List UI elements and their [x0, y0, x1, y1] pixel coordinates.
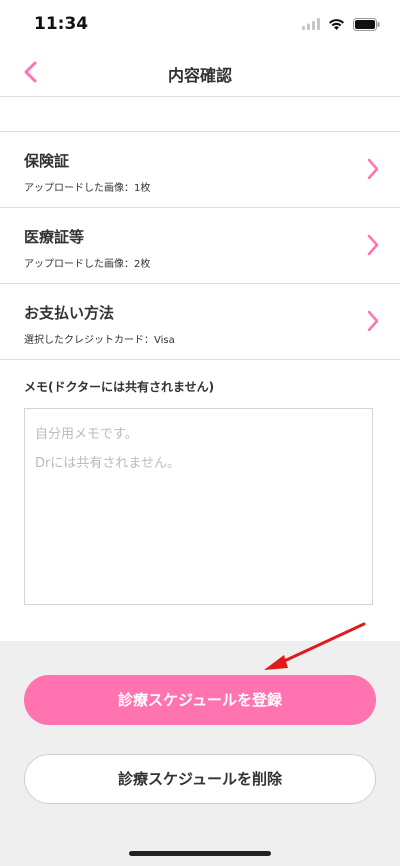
row-subtitle: アップロードした画像：2枚: [24, 259, 151, 270]
annotation-arrow-icon: [264, 622, 366, 670]
home-indicator: [129, 851, 271, 856]
nav-bar: 内容確認: [0, 50, 400, 96]
divider: [0, 96, 400, 97]
payment-method-row[interactable]: お支払い方法 選択したクレジットカード：Visa: [0, 284, 400, 358]
row-subtitle: アップロードした画像：1枚: [24, 183, 151, 194]
signal-icon: [302, 18, 320, 30]
row-subtitle: 選択したクレジットカード：Visa: [24, 335, 175, 346]
chevron-right-icon: [367, 158, 379, 180]
status-bar: 11:34: [0, 0, 400, 50]
delete-schedule-button[interactable]: 診療スケジュールを削除: [24, 754, 376, 804]
battery-icon: [353, 17, 380, 31]
divider: [0, 359, 400, 360]
row-title: お支払い方法: [24, 304, 115, 322]
chevron-right-icon: [367, 234, 379, 256]
row-title: 医療証等: [24, 228, 85, 246]
row-title: 保険証: [24, 152, 70, 170]
memo-placeholder-line2: Drには共有されません。: [35, 456, 180, 471]
medical-certificate-row[interactable]: 医療証等 アップロードした画像：2枚: [0, 208, 400, 282]
memo-placeholder-line1: 自分用メモです。: [35, 427, 138, 442]
memo-label: メモ(ドクターには共有されません): [24, 380, 215, 394]
wifi-icon: [329, 19, 344, 30]
status-icons: [302, 16, 380, 32]
status-time: 11:34: [34, 14, 89, 34]
memo-textarea[interactable]: 自分用メモです。 Drには共有されません。: [24, 408, 373, 605]
page-title: 内容確認: [167, 66, 232, 85]
register-schedule-button[interactable]: 診療スケジュールを登録: [24, 675, 376, 725]
insurance-card-row[interactable]: 保険証 アップロードした画像：1枚: [0, 132, 400, 206]
chevron-right-icon: [367, 310, 379, 332]
